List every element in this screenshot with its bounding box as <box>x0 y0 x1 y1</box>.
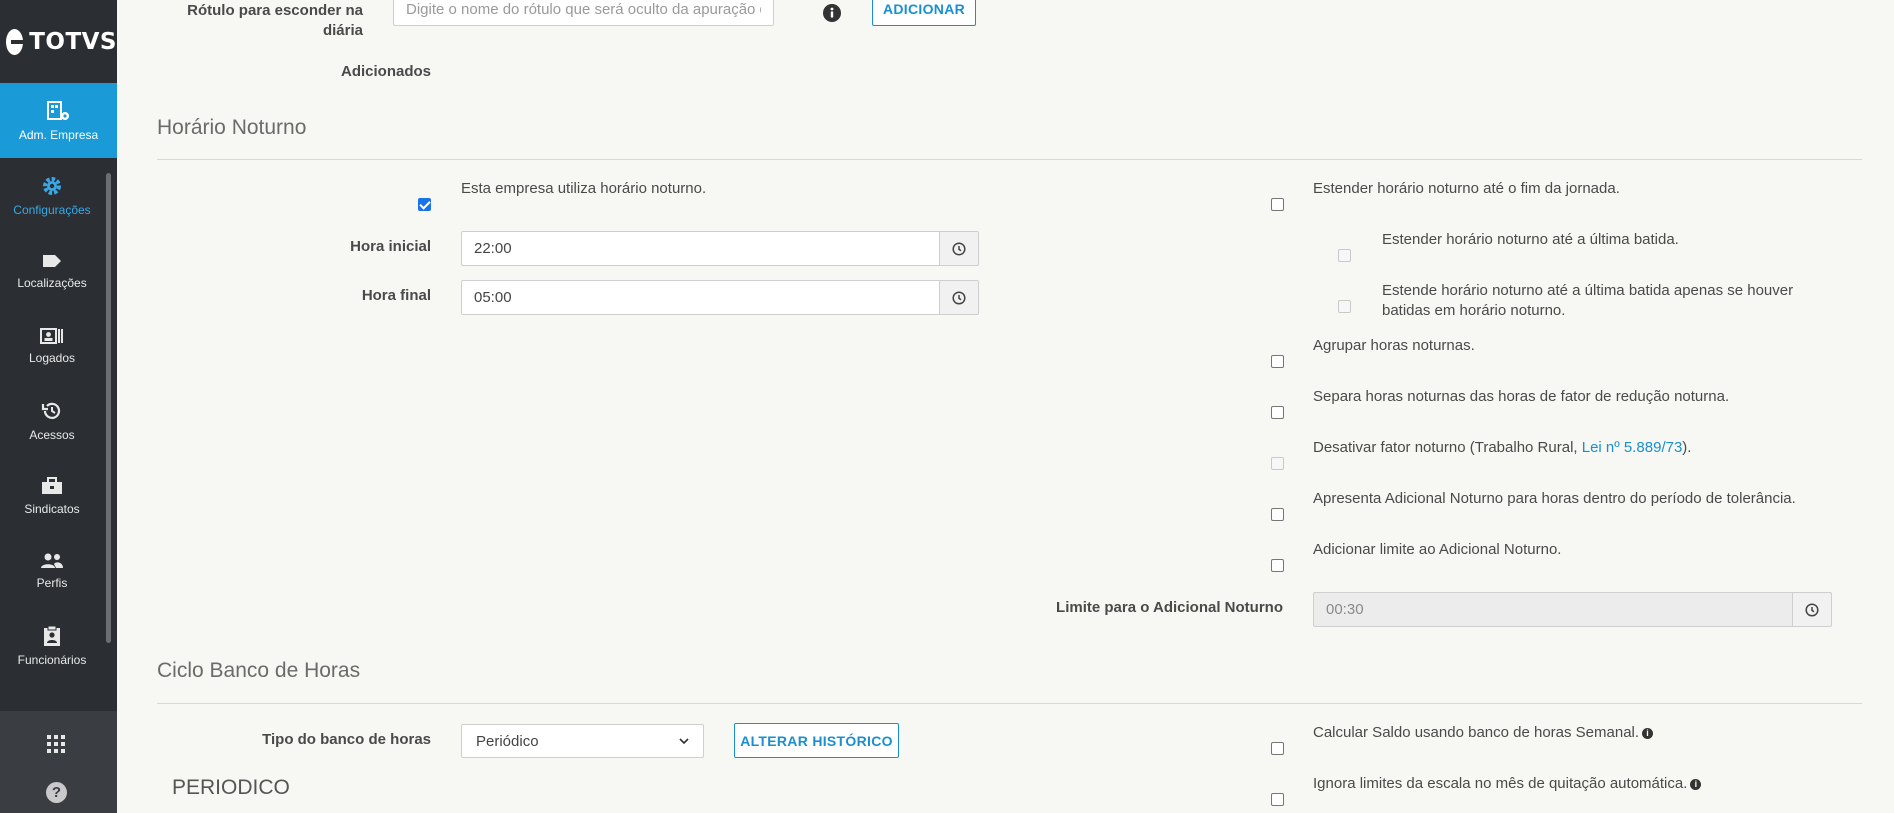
group-night-checkbox[interactable] <box>1271 355 1284 368</box>
totvs-logo-mark <box>6 28 28 55</box>
bank-subtitle: PERIODICO <box>172 776 290 799</box>
ignore-limits-checkbox[interactable] <box>1271 793 1284 806</box>
group-night-label: Agrupar horas noturnas. <box>1313 337 1475 354</box>
limit-night-checkbox[interactable] <box>1271 559 1284 572</box>
clock-icon <box>952 290 966 305</box>
sidebar-item-label: Localizações <box>17 275 87 290</box>
extend-last-label: Estender horário noturno até a última ba… <box>1382 231 1679 248</box>
end-hour-input[interactable] <box>461 280 940 315</box>
disable-prefix: Desativar fator noturno (Trabalho Rural, <box>1313 439 1582 456</box>
start-hour-clock-button[interactable] <box>939 231 979 266</box>
end-hour-label: Hora final <box>361 287 431 304</box>
disable-night-factor-label: Desativar fator noturno (Trabalho Rural,… <box>1313 438 1691 458</box>
sidebar-item-label: Adm. Empresa <box>18 127 99 142</box>
clock-icon <box>1805 602 1819 617</box>
alter-history-button[interactable]: ALTERAR HISTÓRICO <box>734 723 899 758</box>
extend-end-label: Estender horário noturno até o fim da jo… <box>1313 180 1620 197</box>
weekly-balance-checkbox[interactable] <box>1271 742 1284 755</box>
night-section-title: Horário Noturno <box>157 116 307 139</box>
sidebar-item-label: Logados <box>28 350 76 365</box>
id-card-icon <box>40 327 63 344</box>
weekly-balance-label: Calcular Saldo usando banco de horas Sem… <box>1313 723 1654 743</box>
sidebar-item-label: Funcionários <box>17 652 87 667</box>
extend-last-if-label: Estende horário noturno até a última bat… <box>1382 282 1794 319</box>
limit-value-input[interactable] <box>1313 592 1793 627</box>
extend-end-checkbox[interactable] <box>1271 198 1284 211</box>
sidebar-item-label: Acessos <box>29 427 75 442</box>
sidebar-item-perfis[interactable]: Perfis <box>0 533 104 608</box>
sidebar-item-label: Perfis <box>36 575 68 590</box>
info-icon[interactable]: i <box>1690 779 1702 790</box>
uses-night-checkbox[interactable] <box>418 198 431 211</box>
hide-label-label: Rótulo para esconder na diária <box>187 2 363 39</box>
separate-night-checkbox[interactable] <box>1271 406 1284 419</box>
tolerance-label: Apresenta Adicional Noturno para horas d… <box>1313 490 1796 507</box>
disable-night-factor-checkbox[interactable] <box>1271 457 1284 470</box>
sidebar-scrollbar[interactable] <box>106 173 111 643</box>
sidebar-item-sindicatos[interactable]: Sindicatos <box>0 458 104 533</box>
tag-icon <box>43 254 61 267</box>
bank-section-title: Ciclo Banco de Horas <box>157 659 361 682</box>
gear-icon <box>43 176 61 195</box>
bank-divider <box>157 703 1862 704</box>
add-label-button[interactable]: ADICIONAR <box>872 0 976 26</box>
bank-type-label: Tipo do banco de horas <box>262 731 431 748</box>
extend-last-if-checkbox[interactable] <box>1338 300 1351 313</box>
sidebar-item-acessos[interactable]: Acessos <box>0 383 104 458</box>
sidebar-item-configuracoes[interactable]: Configurações <box>0 158 104 233</box>
night-divider <box>157 159 1862 160</box>
limit-value-label: Limite para o Adicional Noturno <box>1056 599 1283 616</box>
start-hour-label: Hora inicial <box>350 238 431 255</box>
added-label: Adicionados <box>340 63 431 80</box>
extend-last-checkbox[interactable] <box>1338 249 1351 262</box>
grid-icon[interactable] <box>47 735 65 753</box>
building-gear-icon <box>46 100 69 120</box>
sidebar: TOTVS Adm. Empresa Configurações Localiz… <box>0 0 117 813</box>
separate-night-label: Separa horas noturnas das horas de fator… <box>1313 388 1730 405</box>
sidebar-item-localizacoes[interactable]: Localizações <box>0 233 104 308</box>
sidebar-item-logados[interactable]: Logados <box>0 308 104 383</box>
ignore-limits-text: Ignora limites da escala no mês de quita… <box>1313 775 1688 792</box>
limit-night-label: Adicionar limite ao Adicional Noturno. <box>1313 541 1562 558</box>
bank-type-select[interactable]: Periódico <box>461 724 704 758</box>
sidebar-item-label: Configurações <box>13 202 91 217</box>
sidebar-item-label: Sindicatos <box>24 501 80 516</box>
limit-clock-button[interactable] <box>1792 592 1832 627</box>
clipboard-user-icon <box>44 625 60 646</box>
end-hour-clock-button[interactable] <box>939 280 979 315</box>
briefcase-icon <box>42 476 62 494</box>
totvs-logo[interactable]: TOTVS <box>0 0 117 83</box>
tolerance-checkbox[interactable] <box>1271 508 1284 521</box>
uses-night-label: Esta empresa utiliza horário noturno. <box>461 180 707 197</box>
law-link[interactable]: Lei nº 5.889/73 <box>1582 439 1683 456</box>
clock-icon <box>952 241 966 256</box>
logo-text: TOTVS <box>29 28 117 55</box>
info-icon[interactable] <box>823 4 841 22</box>
sidebar-item-adm-empresa[interactable]: Adm. Empresa <box>0 83 117 158</box>
weekly-balance-text: Calcular Saldo usando banco de horas Sem… <box>1313 724 1640 741</box>
info-icon[interactable]: i <box>1642 728 1654 739</box>
chevron-down-icon <box>679 738 689 744</box>
history-icon <box>41 402 61 419</box>
sidebar-item-funcionarios[interactable]: Funcionários <box>0 608 104 683</box>
users-icon <box>41 553 63 568</box>
hide-label-input[interactable] <box>393 0 774 26</box>
ignore-limits-label: Ignora limites da escala no mês de quita… <box>1313 774 1702 794</box>
bank-type-value: Periódico <box>476 732 539 750</box>
help-icon[interactable]: ? <box>46 782 67 803</box>
start-hour-input[interactable] <box>461 231 940 266</box>
disable-suffix: ). <box>1682 439 1692 456</box>
